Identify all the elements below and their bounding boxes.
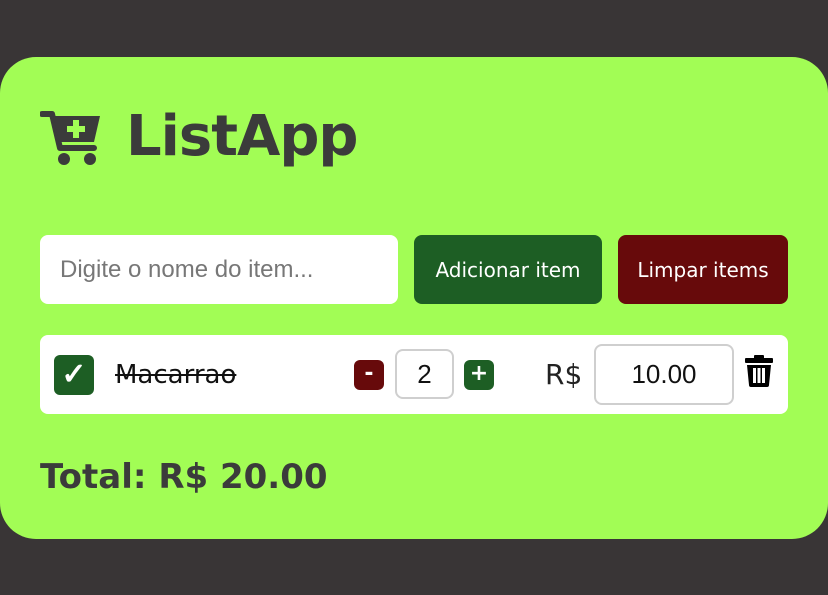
decrease-quantity-button[interactable]: -: [354, 360, 384, 390]
quantity-input[interactable]: [395, 349, 454, 399]
total-label: Total: R$ 20.00: [40, 457, 328, 497]
trash-icon[interactable]: [745, 355, 773, 387]
item-checkbox[interactable]: ✓: [54, 355, 94, 395]
app-header: ListApp: [40, 105, 358, 169]
price-input[interactable]: [594, 344, 734, 405]
currency-label: R$: [545, 358, 583, 391]
cart-plus-icon: [40, 111, 100, 165]
item-name: Macarrao: [115, 360, 237, 390]
increase-quantity-button[interactable]: +: [464, 360, 494, 390]
list-item: ✓ Macarrao - + R$: [40, 335, 788, 414]
app-title: ListApp: [126, 104, 358, 169]
item-name-input[interactable]: [40, 235, 398, 304]
add-item-button[interactable]: Adicionar item: [414, 235, 602, 304]
clear-items-button[interactable]: Limpar items: [618, 235, 788, 304]
list-card: ListApp Adicionar item Limpar items ✓ Ma…: [0, 57, 828, 539]
